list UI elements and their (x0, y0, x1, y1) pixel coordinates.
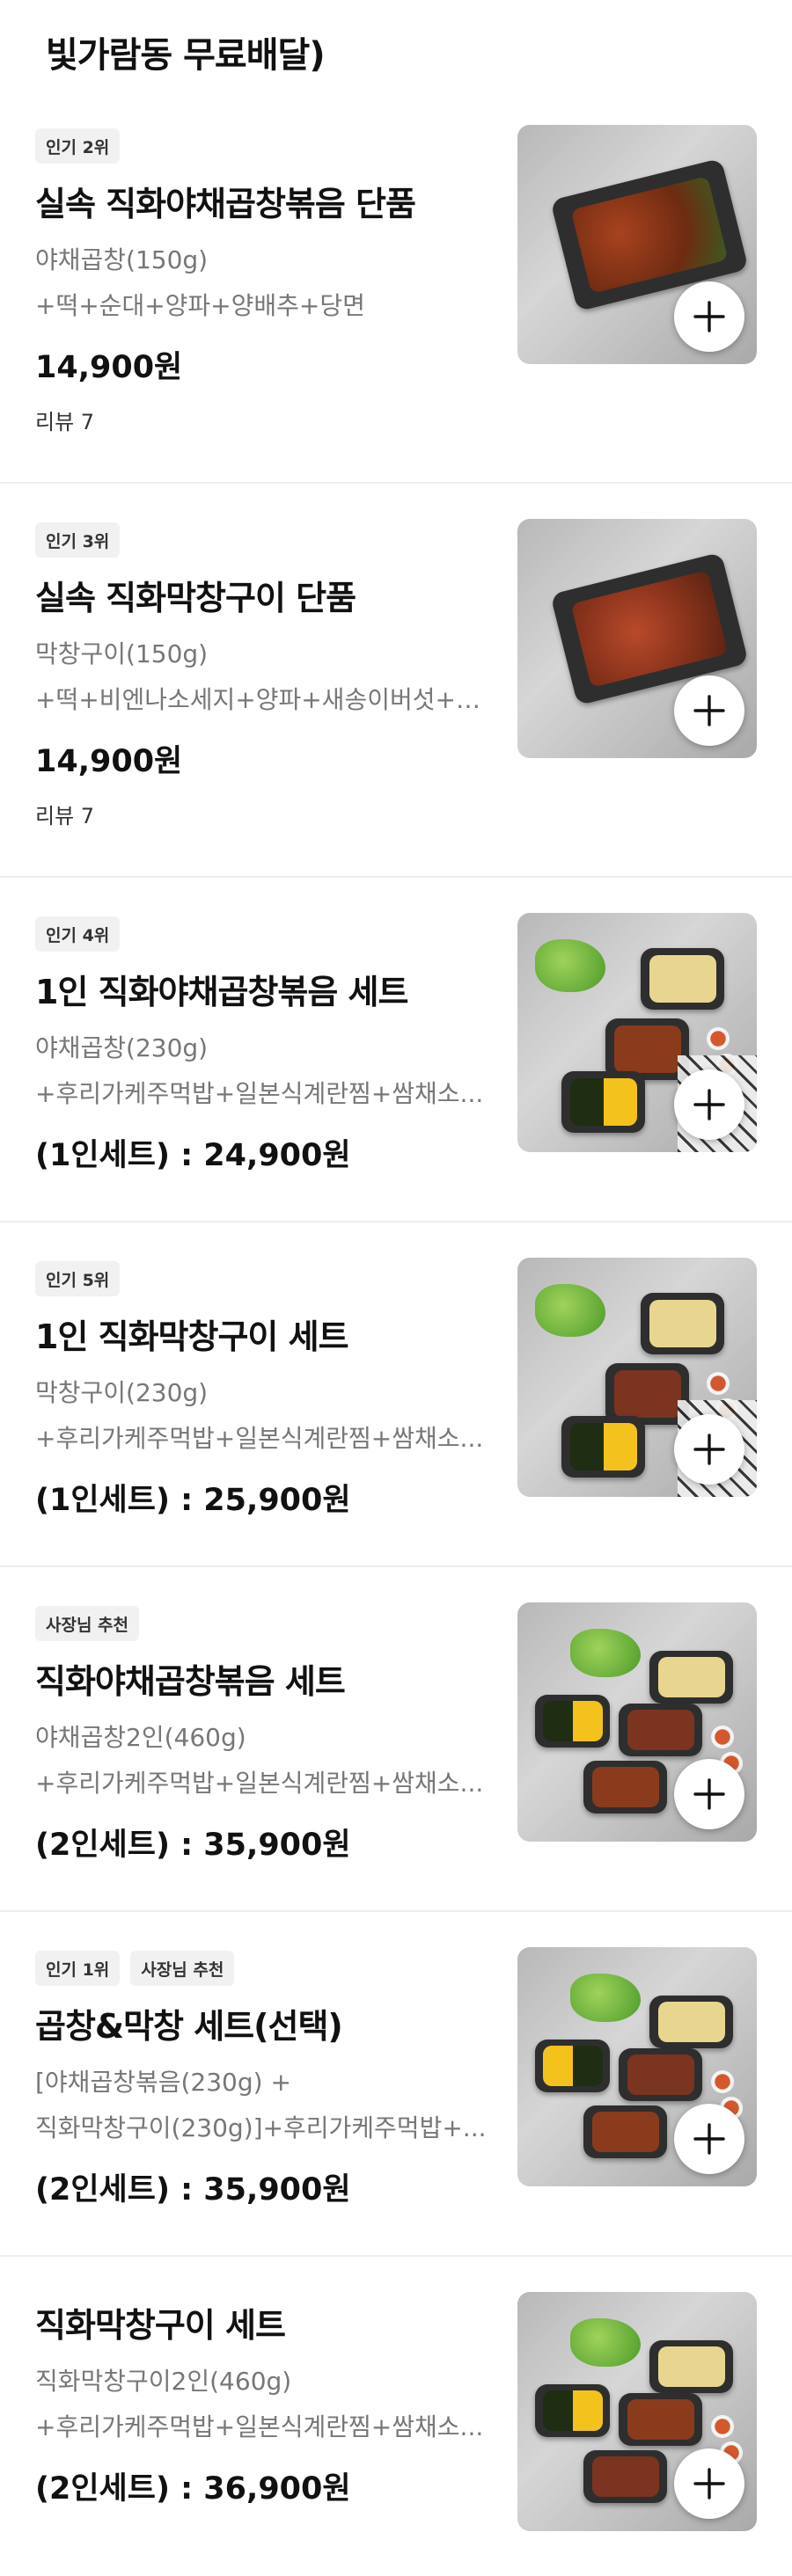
menu-item[interactable]: 직화막창구이 세트 직화막창구이2인(460g) +후리가케주먹밥+일본식계란찜… (0, 2257, 792, 2576)
plus-icon (693, 1778, 725, 1810)
badge-row: 인기 3위 (35, 522, 493, 559)
recommend-badge: 사장님 추천 (130, 1951, 235, 1986)
menu-item-price: 14,900원 (35, 744, 183, 779)
review-count[interactable]: 리뷰 7 (35, 405, 493, 435)
menu-item-name: 1인 직화막창구이 세트 (35, 1317, 349, 1356)
menu-item-desc: +후리가케주먹밥+일본식계란찜+쌈채소... (35, 1424, 484, 1453)
menu-item-price: (2인세트) : 36,900원 (35, 2471, 351, 2507)
menu-item[interactable]: 인기 2위 실속 직화야채곱창볶음 단품 야채곱창(150g) +떡+순대+양파… (0, 104, 792, 484)
menu-item-desc: +떡+순대+양파+양배추+당면 (35, 291, 365, 320)
badge-row: 인기 4위 (35, 916, 493, 953)
menu-item-name: 실속 직화막창구이 단품 (35, 579, 356, 617)
menu-item-name: 직화야채곱창볶음 세트 (35, 1662, 346, 1701)
menu-item[interactable]: 인기 1위 사장님 추천 곱창&막창 세트(선택) [야채곱창볶음(230g) … (0, 1912, 792, 2257)
menu-item-price: (2인세트) : 35,900원 (35, 1828, 351, 1863)
menu-item-name: 실속 직화야채곱창볶음 단품 (35, 185, 416, 223)
menu-item-desc: [야채곱창볶음(230g) + (35, 2068, 291, 2097)
plus-icon (693, 2123, 725, 2155)
menu-item-desc: 직화막창구이(230g)]+후리가케주먹밥+... (35, 2113, 487, 2142)
menu-item-price: (1인세트) : 25,900원 (35, 1483, 351, 1518)
badge-row: 사장님 추천 (35, 1606, 493, 1643)
menu-item-image[interactable] (517, 519, 757, 758)
menu-item-name: 직화막창구이 세트 (35, 2306, 286, 2345)
add-to-cart-button[interactable] (674, 675, 744, 746)
add-to-cart-button[interactable] (674, 1069, 744, 1140)
menu-item-image[interactable] (517, 1947, 757, 2186)
menu-item-desc: 야채곱창2인(460g) (35, 1723, 246, 1752)
menu-item-desc: 직화막창구이2인(460g) (35, 2367, 292, 2396)
badge-row: 인기 2위 (35, 128, 493, 165)
rank-badge: 인기 3위 (35, 522, 121, 558)
rank-badge: 인기 4위 (35, 916, 121, 952)
page-title: 빛가람동 무료배달) (46, 35, 326, 76)
menu-item[interactable]: 사장님 추천 직화야채곱창볶음 세트 야채곱창2인(460g) +후리가케주먹밥… (0, 1567, 792, 1912)
menu-item[interactable]: 인기 3위 실속 직화막창구이 단품 막창구이(150g) +떡+비엔나소세지+… (0, 484, 792, 878)
header: 빛가람동 무료배달) (0, 0, 792, 104)
plus-icon (693, 695, 725, 726)
add-to-cart-button[interactable] (674, 281, 744, 352)
menu-item-desc: +후리가케주먹밥+일본식계란찜+쌈채소... (35, 1769, 484, 1798)
menu-item[interactable]: 인기 4위 1인 직화야채곱창볶음 세트 야채곱창(230g) +후리가케주먹밥… (0, 878, 792, 1222)
menu-item-desc: 야채곱창(230g) (35, 1033, 209, 1062)
add-to-cart-button[interactable] (674, 2104, 744, 2174)
add-to-cart-button[interactable] (674, 2448, 744, 2519)
menu-item-name: 곱창&막창 세트(선택) (35, 2007, 343, 2046)
badge-row: 인기 1위 사장님 추천 (35, 1951, 493, 1988)
menu-item-desc: +후리가케주먹밥+일본식계란찜+쌈채소... (35, 1079, 484, 1108)
add-to-cart-button[interactable] (674, 1414, 744, 1485)
menu-item-price: (1인세트) : 24,900원 (35, 1138, 351, 1173)
menu-item-name: 1인 직화야채곱창볶음 세트 (35, 973, 408, 1011)
rank-badge: 인기 1위 (35, 1951, 121, 1986)
plus-icon (693, 1434, 725, 1465)
badge-row: 인기 5위 (35, 1261, 493, 1298)
plus-icon (693, 2468, 725, 2499)
review-count[interactable]: 리뷰 7 (35, 799, 493, 829)
menu-item-desc: 막창구이(150g) (35, 639, 209, 668)
rank-badge: 인기 5위 (35, 1261, 121, 1296)
add-to-cart-button[interactable] (674, 1759, 744, 1829)
menu-page: 빛가람동 무료배달) 인기 2위 실속 직화야채곱창볶음 단품 야채곱창(150… (0, 0, 792, 2576)
menu-item-image[interactable] (517, 125, 757, 364)
menu-item-desc: 막창구이(230g) (35, 1378, 209, 1407)
recommend-badge: 사장님 추천 (35, 1606, 140, 1641)
menu-item-price: 14,900원 (35, 350, 183, 385)
menu-item-desc: +떡+비엔나소세지+양파+새송이버섯+소... (35, 685, 493, 714)
menu-item-image[interactable] (517, 2292, 757, 2531)
plus-icon (693, 1089, 725, 1120)
rank-badge: 인기 2위 (35, 128, 121, 164)
menu-item-desc: +후리가케주먹밥+일본식계란찜+쌈채소... (35, 2412, 484, 2441)
plus-icon (693, 301, 725, 332)
menu-item-image[interactable] (517, 913, 757, 1152)
menu-item[interactable]: 인기 5위 1인 직화막창구이 세트 막창구이(230g) +후리가케주먹밥+일… (0, 1222, 792, 1567)
menu-item-price: (2인세트) : 35,900원 (35, 2172, 351, 2207)
menu-item-image[interactable] (517, 1602, 757, 1842)
menu-item-image[interactable] (517, 1258, 757, 1497)
menu-item-desc: 야채곱창(150g) (35, 245, 209, 274)
